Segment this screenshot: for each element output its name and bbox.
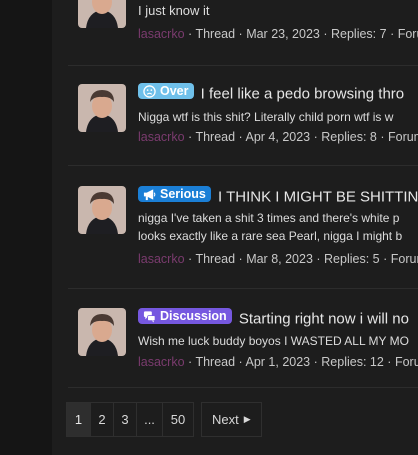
result-author-link[interactable]: lasacrko [138, 27, 185, 41]
prefix-label-text: Serious [160, 187, 206, 201]
result-replies: Replies: 7 [330, 27, 387, 41]
prefix-label: Discussion [138, 308, 232, 324]
result-meta: lasacrko · Thread · Apr 1, 2023 · Replie… [138, 355, 418, 369]
meta-separator: · [316, 252, 325, 266]
result-type: Thread [195, 252, 236, 266]
result-meta: lasacrko · Thread · Mar 8, 2023 · Replie… [138, 252, 418, 266]
result-title-text: I feel like a pedo browsing thro [200, 85, 405, 103]
result-snippet: Nigga wtf is this shit? Literally child … [138, 110, 394, 124]
prefix-label-text: Over [160, 84, 189, 98]
meta-separator: · [323, 27, 331, 41]
result-author-link[interactable]: lasacrko [138, 355, 185, 369]
page-button-2[interactable]: 2 [90, 402, 114, 437]
result-forum[interactable]: Forum: [398, 27, 418, 41]
meta-separator: · [387, 355, 395, 369]
result-forum[interactable]: Forum [388, 130, 418, 144]
user-avatar[interactable] [78, 0, 126, 28]
result-author-link[interactable]: lasacrko [138, 252, 185, 266]
result-type: Thread [195, 130, 236, 144]
result-date: Mar 8, 2023 [246, 252, 313, 266]
search-result: Discussion Starting right now i will no … [68, 289, 418, 388]
result-title-link[interactable]: Over I feel like a pedo browsing thro [138, 83, 404, 103]
result-title-link[interactable]: Discussion Starting right now i will no [138, 308, 409, 328]
page-button-3[interactable]: 3 [113, 402, 137, 437]
result-date: Apr 4, 2023 [245, 130, 311, 144]
page-button-last[interactable]: 50 [162, 402, 194, 437]
search-result: Serious I THINK I MIGHT BE SHITTIN nigga… [68, 166, 418, 289]
result-replies: Replies: 12 [321, 355, 384, 369]
search-result: I just know it lasacrko · Thread · Mar 2… [68, 0, 418, 66]
prefix-label: Serious [138, 186, 211, 202]
next-label: Next [212, 412, 239, 427]
result-snippet: nigga I've taken a shit 3 times and ther… [138, 211, 400, 225]
result-meta: lasacrko · Thread · Mar 23, 2023 · Repli… [138, 27, 418, 41]
result-date: Apr 1, 2023 [245, 355, 311, 369]
user-avatar[interactable] [78, 84, 126, 132]
meta-separator: · [383, 252, 391, 266]
chat-bubbles-icon [143, 310, 156, 323]
result-snippet: Wish me luck buddy boyos I WASTED ALL MY… [138, 334, 409, 348]
result-replies: Replies: 5 [324, 252, 380, 266]
result-meta: lasacrko · Thread · Apr 4, 2023 · Replie… [138, 130, 418, 144]
result-title-text: Starting right now i will no [238, 310, 409, 328]
meta-separator: · [238, 130, 246, 144]
meta-separator: · [380, 130, 388, 144]
result-date: Mar 23, 2023 [246, 27, 320, 41]
next-page-button[interactable]: Next ▶ [201, 402, 262, 437]
result-forum[interactable]: Forum [395, 355, 418, 369]
result-author-link[interactable]: lasacrko [138, 130, 185, 144]
megaphone-icon [143, 188, 156, 200]
prefix-label: Over [138, 83, 194, 99]
search-result: Over I feel like a pedo browsing thro Ni… [68, 65, 418, 166]
prefix-label-text: Discussion [160, 309, 227, 323]
pagination: 1 2 3 ... 50 Next ▶ [66, 402, 262, 437]
sad-face-icon [143, 84, 156, 98]
user-avatar[interactable] [78, 308, 126, 356]
result-type: Thread [195, 355, 236, 369]
result-snippet-line2: looks exactly like a rare sea Pearl, nig… [138, 229, 403, 243]
caret-right-icon: ▶ [243, 414, 251, 424]
result-forum[interactable]: Forum [391, 252, 418, 266]
result-snippet: I just know it [138, 3, 210, 18]
page-jump-ellipsis[interactable]: ... [136, 402, 163, 437]
result-type: Thread [195, 27, 236, 41]
result-title-link[interactable]: Serious I THINK I MIGHT BE SHITTIN [138, 186, 418, 206]
meta-separator: · [390, 27, 398, 41]
result-title-text: I THINK I MIGHT BE SHITTIN [218, 188, 418, 206]
result-replies: Replies: 8 [321, 130, 377, 144]
meta-separator: · [238, 355, 246, 369]
user-avatar[interactable] [78, 186, 126, 234]
page-button-1[interactable]: 1 [66, 402, 91, 437]
